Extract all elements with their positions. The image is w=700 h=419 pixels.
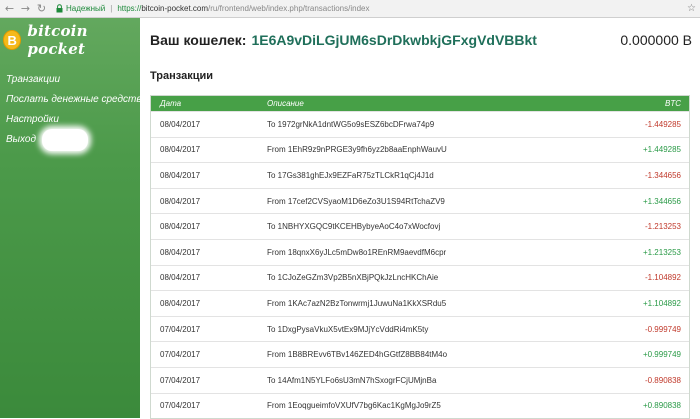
transaction-date: 08/04/2017	[160, 247, 201, 257]
transaction-amount: +0.999749	[642, 350, 681, 360]
table-header: Дата Описание BTC	[151, 96, 689, 111]
transaction-amount: +1.104892	[642, 298, 681, 308]
address-bar[interactable]: Надежный | https:// bitcoin-pocket.com /…	[54, 2, 369, 16]
transaction-description: From 1EhR9z9nPRGE3y9fh6yz2b8aaEnphWauvU	[267, 145, 447, 155]
transaction-date: 07/04/2017	[160, 350, 201, 360]
secure-label: Надежный	[66, 4, 106, 13]
transaction-description: To 17Gs381ghEJx9EZFaR75zTLCkR1qCj4J1d	[267, 170, 434, 180]
sidebar-item-transactions[interactable]: Транзакции	[6, 70, 147, 90]
transaction-amount: -0.890838	[644, 375, 681, 385]
transaction-date: 07/04/2017	[160, 324, 201, 334]
arrow-left-icon[interactable]: ←	[3, 2, 16, 16]
transaction-amount: +1.449285	[642, 145, 681, 155]
table-row: 08/04/2017 From 18qnxX6yJLc5mDw8o1REnRM9a…	[151, 238, 689, 265]
table-body: 08/04/2017 To 1972grNkA1dntWG5o9sESZ6bcDF…	[151, 111, 689, 418]
transaction-description: To 1CJoZeGZm3Vp2B5nXBjPQkJzLncHKChAie	[267, 273, 439, 283]
table-row: 08/04/2017 To 17Gs381ghEJx9EZFaR75zTLCkR1…	[151, 162, 689, 188]
wallet-header: Ваш кошелек: 1E6A9vDiLGjUM6sDrDkwbkjGFxg…	[150, 30, 537, 50]
table-row: 08/04/2017 To 1NBHYXGQC9tKCEHBybyeAoC4o7x…	[151, 213, 689, 239]
transaction-amount: -1.213253	[644, 222, 681, 232]
transaction-description: To 1972grNkA1dntWG5o9sESZ6bcDFrwa74p9	[267, 119, 435, 129]
star-icon[interactable]: ☆	[687, 3, 696, 14]
transaction-description: From 1B8BREvv6TBv146ZED4hGGtfZ8BB84tM4o	[267, 350, 448, 360]
table-row: 08/04/2017 To 1CJoZeGZm3Vp2B5nXBjPQkJzLnc…	[151, 264, 689, 291]
sidebar-item-label: Выход	[6, 134, 37, 145]
sidebar-item-logout[interactable]: Выход	[6, 129, 147, 151]
transaction-description: From 17cef2CVSyaoM1D6eZo3U1S94RtTchaZV9	[267, 196, 445, 206]
transactions-table: Дата Описание BTC 08/04/2017 To 1972grNkA…	[150, 95, 690, 419]
table-row: 08/04/2017 From 1EhR9z9nPRGE3y9fh6yz2b8aa…	[151, 136, 689, 163]
transaction-description: From 18qnxX6yJLc5mDw8o1REnRM9aevdfM6cpr	[267, 247, 447, 257]
arrow-right-icon[interactable]: →	[19, 2, 32, 16]
url-protocol: https://	[117, 4, 142, 13]
transaction-date: 08/04/2017	[160, 170, 201, 180]
column-header-description: Описание	[267, 99, 304, 108]
wallet-address: 1E6A9vDiLGjUM6sDrDkwbkjGFxgVdVBBkt	[251, 32, 537, 48]
url-path: /ru/frontend/web/index.php/transactions/…	[208, 4, 370, 13]
wallet-label: Ваш кошелек:	[150, 32, 247, 48]
transaction-amount: +1.344656	[642, 196, 681, 206]
transaction-description: To 1NBHYXGQC9tKCEHBybyeAoC4o7xWocfovj	[267, 222, 441, 232]
transaction-date: 08/04/2017	[160, 145, 201, 155]
table-row: 07/04/2017 From 1B8BREvv6TBv146ZED4hGGtfZ…	[151, 341, 689, 367]
transaction-amount: -1.449285	[644, 119, 681, 129]
table-row: 08/04/2017 From 17cef2CVSyaoM1D6eZo3U1S94…	[151, 187, 689, 214]
url-separator: |	[110, 4, 113, 13]
wallet-balance: 0.000000 B	[620, 32, 692, 48]
transaction-date: 08/04/2017	[160, 196, 201, 206]
transaction-date: 07/04/2017	[160, 375, 201, 385]
column-header-date: Дата	[160, 99, 182, 108]
transaction-amount: -0.999749	[644, 324, 681, 334]
transaction-amount: -1.344656	[644, 170, 681, 180]
transaction-description: From 1KAc7azN2BzTonwrmj1JuwuNa1KkXSRdu5	[267, 298, 447, 308]
reload-icon[interactable]: ↻	[35, 2, 48, 16]
transaction-date: 08/04/2017	[160, 222, 201, 232]
table-row: 08/04/2017 From 1KAc7azN2BzTonwrmj1JuwuNa…	[151, 290, 689, 316]
transaction-amount: +0.890838	[642, 401, 681, 411]
lock-icon	[54, 3, 64, 15]
transaction-amount: +1.213253	[642, 247, 681, 257]
logo[interactable]: B bitcoin pocket	[0, 22, 140, 58]
transaction-date: 07/04/2017	[160, 401, 201, 411]
sidebar-menu: Транзакции Послать денежные средства Нас…	[6, 70, 147, 151]
bitcoin-coin-icon: B	[3, 30, 22, 50]
redacted-username	[42, 129, 89, 151]
transaction-description: From 1EoqgueimfoVXUfV7bg6Kac1KgMgJo9rZ5	[267, 401, 441, 411]
table-row: 07/04/2017 To 1DxgPysaVkuX5vtEx9MJjYcVddR…	[151, 315, 689, 342]
transaction-amount: -1.104892	[644, 273, 681, 283]
browser-toolbar: ← → ↻ Надежный | https:// bitcoin-pocket…	[0, 0, 700, 18]
transaction-date: 08/04/2017	[160, 119, 201, 129]
table-row: 07/04/2017 From 1EoqgueimfoVXUfV7bg6Kac1K…	[151, 392, 689, 419]
transaction-date: 08/04/2017	[160, 273, 201, 283]
sidebar: B bitcoin pocket Транзакции Послать дене…	[0, 18, 147, 418]
transaction-description: To 14Afm1N5YLFo6sU3mN7hSxogrFCjUMjnBa	[267, 375, 437, 385]
table-row: 07/04/2017 To 14Afm1N5YLFo6sU3mN7hSxogrFC…	[151, 366, 689, 393]
transaction-date: 08/04/2017	[160, 298, 201, 308]
sidebar-item-send-funds[interactable]: Послать денежные средства	[6, 90, 147, 110]
table-row: 08/04/2017 To 1972grNkA1dntWG5o9sESZ6bcDF…	[151, 111, 689, 137]
transaction-description: To 1DxgPysaVkuX5vtEx9MJjYcVddRi4mK5ty	[267, 324, 429, 334]
logo-text: bitcoin pocket	[27, 22, 88, 58]
page-title: Транзакции	[150, 70, 214, 82]
sidebar-item-settings[interactable]: Настройки	[6, 110, 147, 130]
url-host: bitcoin-pocket.com	[141, 4, 209, 13]
column-header-amount: BTC	[665, 99, 681, 108]
